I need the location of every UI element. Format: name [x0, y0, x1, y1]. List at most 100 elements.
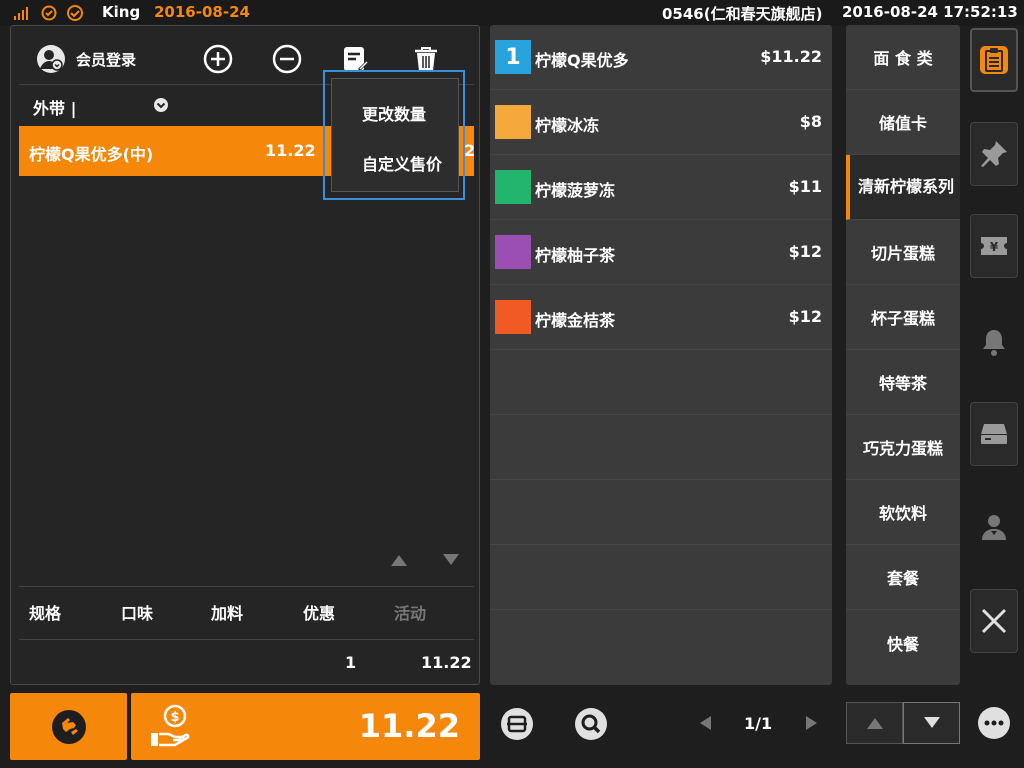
- product-item[interactable]: 柠檬柚子茶 $12: [490, 220, 832, 285]
- minus-icon[interactable]: [272, 44, 302, 74]
- tab-discount[interactable]: 优惠: [303, 600, 335, 624]
- chevron-up-icon: [866, 718, 883, 729]
- bell-icon: [983, 330, 1005, 356]
- pin-button[interactable]: [970, 122, 1018, 186]
- scan-icon[interactable]: [500, 707, 534, 741]
- category-item[interactable]: 杯子蛋糕: [846, 285, 960, 350]
- product-item[interactable]: 柠檬菠萝冻 $11: [490, 155, 832, 220]
- category-item[interactable]: 快餐: [846, 610, 960, 675]
- cash-drawer-button[interactable]: [970, 402, 1018, 466]
- edit-popup-menu: 更改数量 自定义售价: [323, 70, 465, 200]
- prev-page-icon[interactable]: [697, 714, 713, 732]
- clock: 2016-08-24 17:52:13: [842, 3, 1018, 21]
- hand-icon: [51, 709, 86, 744]
- product-name: 柠檬柚子茶: [535, 246, 616, 265]
- more-button[interactable]: [970, 684, 1018, 762]
- product-name: 柠檬菠萝冻: [535, 181, 616, 200]
- product-name: 柠檬Q果优多: [535, 51, 629, 70]
- orders-button[interactable]: [970, 28, 1018, 92]
- close-icon: [981, 608, 1007, 634]
- category-item[interactable]: 软饮料: [846, 480, 960, 545]
- tab-promotion[interactable]: 活动: [394, 600, 426, 624]
- add-icon[interactable]: [203, 44, 233, 74]
- custom-price-option[interactable]: 自定义售价: [362, 151, 442, 175]
- total-amount: 11.22: [421, 653, 472, 672]
- clipboard-icon: [980, 46, 1008, 74]
- product-swatch: [495, 105, 531, 139]
- member-login-label: 会员登录: [76, 51, 137, 69]
- more-icon: [978, 707, 1010, 739]
- order-item-qty: 2: [464, 141, 476, 160]
- voucher-button[interactable]: ¥: [970, 214, 1018, 278]
- product-price: $11.22: [760, 47, 822, 66]
- next-page-icon[interactable]: [804, 714, 820, 732]
- signal-icon: [14, 7, 28, 20]
- empty-slot: [490, 610, 832, 675]
- product-price: $12: [788, 242, 822, 261]
- tab-spec[interactable]: 规格: [29, 600, 61, 624]
- person-icon: [982, 515, 1006, 540]
- tab-toppings[interactable]: 加料: [211, 600, 243, 624]
- total-qty: 1: [345, 653, 357, 672]
- cloud-sync-icon: [41, 5, 57, 21]
- scroll-down-icon[interactable]: [441, 552, 461, 568]
- checkout-button[interactable]: $ 11.22: [131, 693, 480, 760]
- product-price: $8: [799, 112, 822, 131]
- product-item[interactable]: 柠檬冰冻 $8: [490, 90, 832, 155]
- category-item[interactable]: 面 食 类: [846, 25, 960, 90]
- member-avatar-icon: [37, 45, 65, 73]
- product-name: 柠檬金桔茶: [535, 311, 616, 330]
- category-list: 面 食 类 储值卡 清新柠檬系列 切片蛋糕 杯子蛋糕 特等茶 巧克力蛋糕 软饮料…: [846, 25, 960, 685]
- empty-slot: [490, 545, 832, 610]
- category-down-button[interactable]: [903, 702, 960, 744]
- popup-panel: 更改数量 自定义售价: [331, 78, 459, 192]
- order-item-name: 柠檬Q果优多(中): [29, 145, 154, 164]
- product-name: 柠檬冰冻: [535, 116, 600, 135]
- chevron-down-icon[interactable]: [153, 97, 169, 113]
- product-swatch: [495, 300, 531, 334]
- category-item[interactable]: 巧克力蛋糕: [846, 415, 960, 480]
- category-item-selected[interactable]: 清新柠檬系列: [846, 155, 960, 220]
- order-item-price: 11.22: [265, 141, 316, 160]
- tab-flavor[interactable]: 口味: [121, 600, 153, 624]
- empty-slot: [490, 415, 832, 480]
- product-price: $12: [788, 307, 822, 326]
- search-icon[interactable]: [574, 707, 608, 741]
- product-list: 1 柠檬Q果优多 $11.22 柠檬冰冻 $8 柠檬菠萝冻 $11 柠檬柚子茶 …: [490, 25, 832, 685]
- category-up-button[interactable]: [846, 702, 903, 744]
- divider: [19, 639, 474, 640]
- order-type: 外带 |: [33, 99, 77, 118]
- empty-slot: [490, 350, 832, 415]
- product-item[interactable]: 1 柠檬Q果优多 $11.22: [490, 25, 832, 90]
- scroll-up-icon[interactable]: [389, 552, 409, 568]
- category-item[interactable]: 特等茶: [846, 350, 960, 415]
- svg-text:$: $: [170, 710, 179, 725]
- drawer-icon: [981, 424, 1007, 444]
- close-button[interactable]: [970, 589, 1018, 653]
- staff-button[interactable]: [970, 495, 1018, 559]
- store-name: 0546(仁和春天旗舰店): [662, 5, 823, 23]
- payment-hand-icon: $: [151, 704, 190, 747]
- product-swatch: [495, 235, 531, 269]
- checkout-amount: 11.22: [358, 707, 460, 745]
- svg-text:¥: ¥: [990, 240, 999, 254]
- bell-button[interactable]: [970, 310, 1018, 374]
- empty-slot: [490, 480, 832, 545]
- yen-ticket-icon: ¥: [981, 237, 1007, 255]
- quick-pay-button[interactable]: [10, 693, 127, 760]
- pin-icon: [981, 141, 1007, 167]
- product-item[interactable]: 柠檬金桔茶 $12: [490, 285, 832, 350]
- member-login-button[interactable]: 会员登录: [36, 44, 146, 74]
- change-quantity-option[interactable]: 更改数量: [362, 101, 426, 125]
- status-bar: King 2016-08-24 0546(仁和春天旗舰店) 2016-08-24…: [0, 0, 1024, 26]
- category-item[interactable]: 套餐: [846, 545, 960, 610]
- product-badge: 1: [495, 40, 531, 74]
- divider: [19, 586, 474, 587]
- check-circle-icon: [67, 5, 83, 21]
- category-item[interactable]: 储值卡: [846, 90, 960, 155]
- business-date: 2016-08-24: [154, 3, 250, 21]
- page-indicator: 1/1: [744, 714, 773, 733]
- category-item[interactable]: 切片蛋糕: [846, 220, 960, 285]
- user-name: King: [102, 3, 141, 21]
- chevron-down-icon: [923, 717, 940, 728]
